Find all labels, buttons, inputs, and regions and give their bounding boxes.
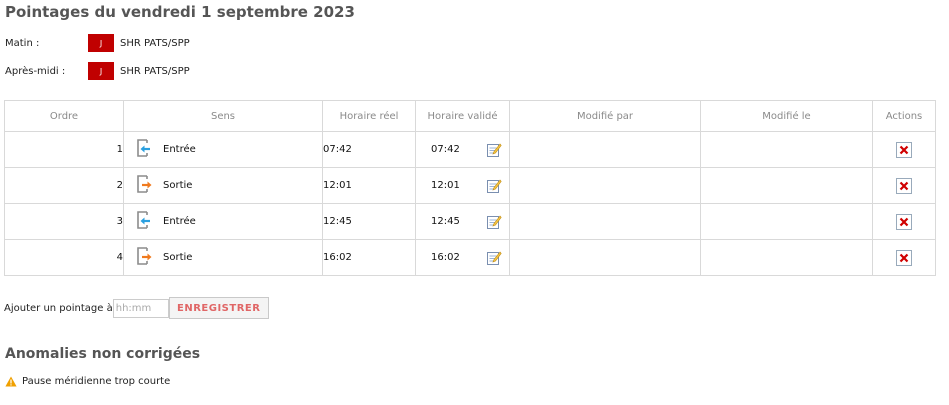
door-arrow-in-icon bbox=[134, 137, 163, 162]
edit-pencil-icon[interactable] bbox=[486, 214, 502, 230]
edit-pencil-icon[interactable] bbox=[486, 250, 502, 266]
cell-modifie-par bbox=[509, 203, 701, 240]
cell-horaire-reel: 07:42 bbox=[322, 131, 416, 168]
cell-modifie-par bbox=[509, 167, 701, 204]
cell-modifie-le bbox=[700, 167, 873, 204]
cell-horaire-reel: 12:45 bbox=[322, 203, 416, 240]
cell-sens: Sortie bbox=[123, 167, 323, 204]
validated-time: 16:02 bbox=[431, 252, 460, 263]
cell-sens: Sortie bbox=[123, 239, 323, 276]
validated-time: 12:45 bbox=[431, 216, 460, 227]
sens-label: Entrée bbox=[163, 144, 196, 155]
edit-pencil-icon[interactable] bbox=[486, 142, 502, 158]
add-clocking-form: Ajouter un pointage à ENREGISTRER bbox=[4, 297, 269, 319]
cell-ordre: 1 bbox=[4, 131, 124, 168]
anomaly-text: Pause méridienne trop courte bbox=[22, 376, 171, 387]
save-button[interactable]: ENREGISTRER bbox=[168, 297, 269, 319]
period-morning: Matin : J SHR PATS/SPP bbox=[5, 33, 190, 53]
period-schedule: SHR PATS/SPP bbox=[120, 37, 190, 49]
cell-actions bbox=[872, 167, 936, 204]
clockings-table: Ordre Sens Horaire réel Horaire validé M… bbox=[4, 100, 936, 276]
table-row: 4 Sortie 16:02 16:02 bbox=[4, 239, 936, 276]
cell-horaire-valide: 16:02 bbox=[415, 239, 510, 276]
delete-button[interactable] bbox=[896, 141, 912, 158]
cell-horaire-reel: 16:02 bbox=[322, 239, 416, 276]
cell-ordre: 2 bbox=[4, 167, 124, 204]
table-header-row: Ordre Sens Horaire réel Horaire validé M… bbox=[4, 100, 936, 132]
cell-modifie-le bbox=[700, 239, 873, 276]
cell-horaire-valide: 07:42 bbox=[415, 131, 510, 168]
cell-actions bbox=[872, 203, 936, 240]
page-title: Pointages du vendredi 1 septembre 2023 bbox=[5, 3, 355, 21]
cell-horaire-valide: 12:45 bbox=[415, 203, 510, 240]
period-badge: J bbox=[88, 62, 114, 80]
header-actions: Actions bbox=[872, 100, 936, 132]
table-row: 3 Entrée 12:45 12:45 bbox=[4, 203, 936, 240]
delete-button[interactable] bbox=[896, 213, 912, 230]
delete-x-icon bbox=[899, 253, 909, 263]
cell-actions bbox=[872, 131, 936, 168]
period-label: Matin : bbox=[5, 37, 40, 49]
header-modifie-le: Modifié le bbox=[700, 100, 873, 132]
table-row: 2 Sortie 12:01 12:01 bbox=[4, 167, 936, 204]
cell-modifie-le bbox=[700, 203, 873, 240]
validated-time: 07:42 bbox=[431, 144, 460, 155]
table-row: 1 Entrée 07:42 07:42 bbox=[4, 131, 936, 168]
sens-label: Sortie bbox=[163, 252, 193, 263]
cell-sens: Entrée bbox=[123, 131, 323, 168]
time-input[interactable] bbox=[112, 298, 169, 318]
sens-label: Sortie bbox=[163, 180, 193, 191]
cell-horaire-valide: 12:01 bbox=[415, 167, 510, 204]
door-arrow-in-icon bbox=[134, 209, 163, 234]
header-sens: Sens bbox=[123, 100, 323, 132]
header-ordre: Ordre bbox=[4, 100, 124, 132]
delete-button[interactable] bbox=[896, 177, 912, 194]
sens-label: Entrée bbox=[163, 216, 196, 227]
delete-x-icon bbox=[899, 181, 909, 191]
delete-x-icon bbox=[899, 217, 909, 227]
header-horaire-reel: Horaire réel bbox=[322, 100, 416, 132]
cell-ordre: 3 bbox=[4, 203, 124, 240]
cell-ordre: 4 bbox=[4, 239, 124, 276]
add-clocking-label: Ajouter un pointage à bbox=[4, 302, 113, 314]
door-arrow-out-icon bbox=[134, 245, 163, 270]
cell-actions bbox=[872, 239, 936, 276]
cell-sens: Entrée bbox=[123, 203, 323, 240]
warning-triangle-icon bbox=[5, 376, 17, 387]
cell-modifie-par bbox=[509, 131, 701, 168]
edit-pencil-icon[interactable] bbox=[486, 178, 502, 194]
door-arrow-out-icon bbox=[134, 173, 163, 198]
period-schedule: SHR PATS/SPP bbox=[120, 65, 190, 77]
validated-time: 12:01 bbox=[431, 180, 460, 191]
cell-horaire-reel: 12:01 bbox=[322, 167, 416, 204]
delete-x-icon bbox=[899, 145, 909, 155]
cell-modifie-par bbox=[509, 239, 701, 276]
cell-modifie-le bbox=[700, 131, 873, 168]
period-badge: J bbox=[88, 34, 114, 52]
period-label: Après-midi : bbox=[5, 65, 66, 77]
period-afternoon: Après-midi : J SHR PATS/SPP bbox=[5, 61, 190, 81]
header-modifie-par: Modifié par bbox=[509, 100, 701, 132]
header-horaire-valide: Horaire validé bbox=[415, 100, 510, 132]
anomaly-item: Pause méridienne trop courte bbox=[5, 376, 170, 387]
delete-button[interactable] bbox=[896, 249, 912, 266]
anomalies-title: Anomalies non corrigées bbox=[5, 346, 201, 362]
